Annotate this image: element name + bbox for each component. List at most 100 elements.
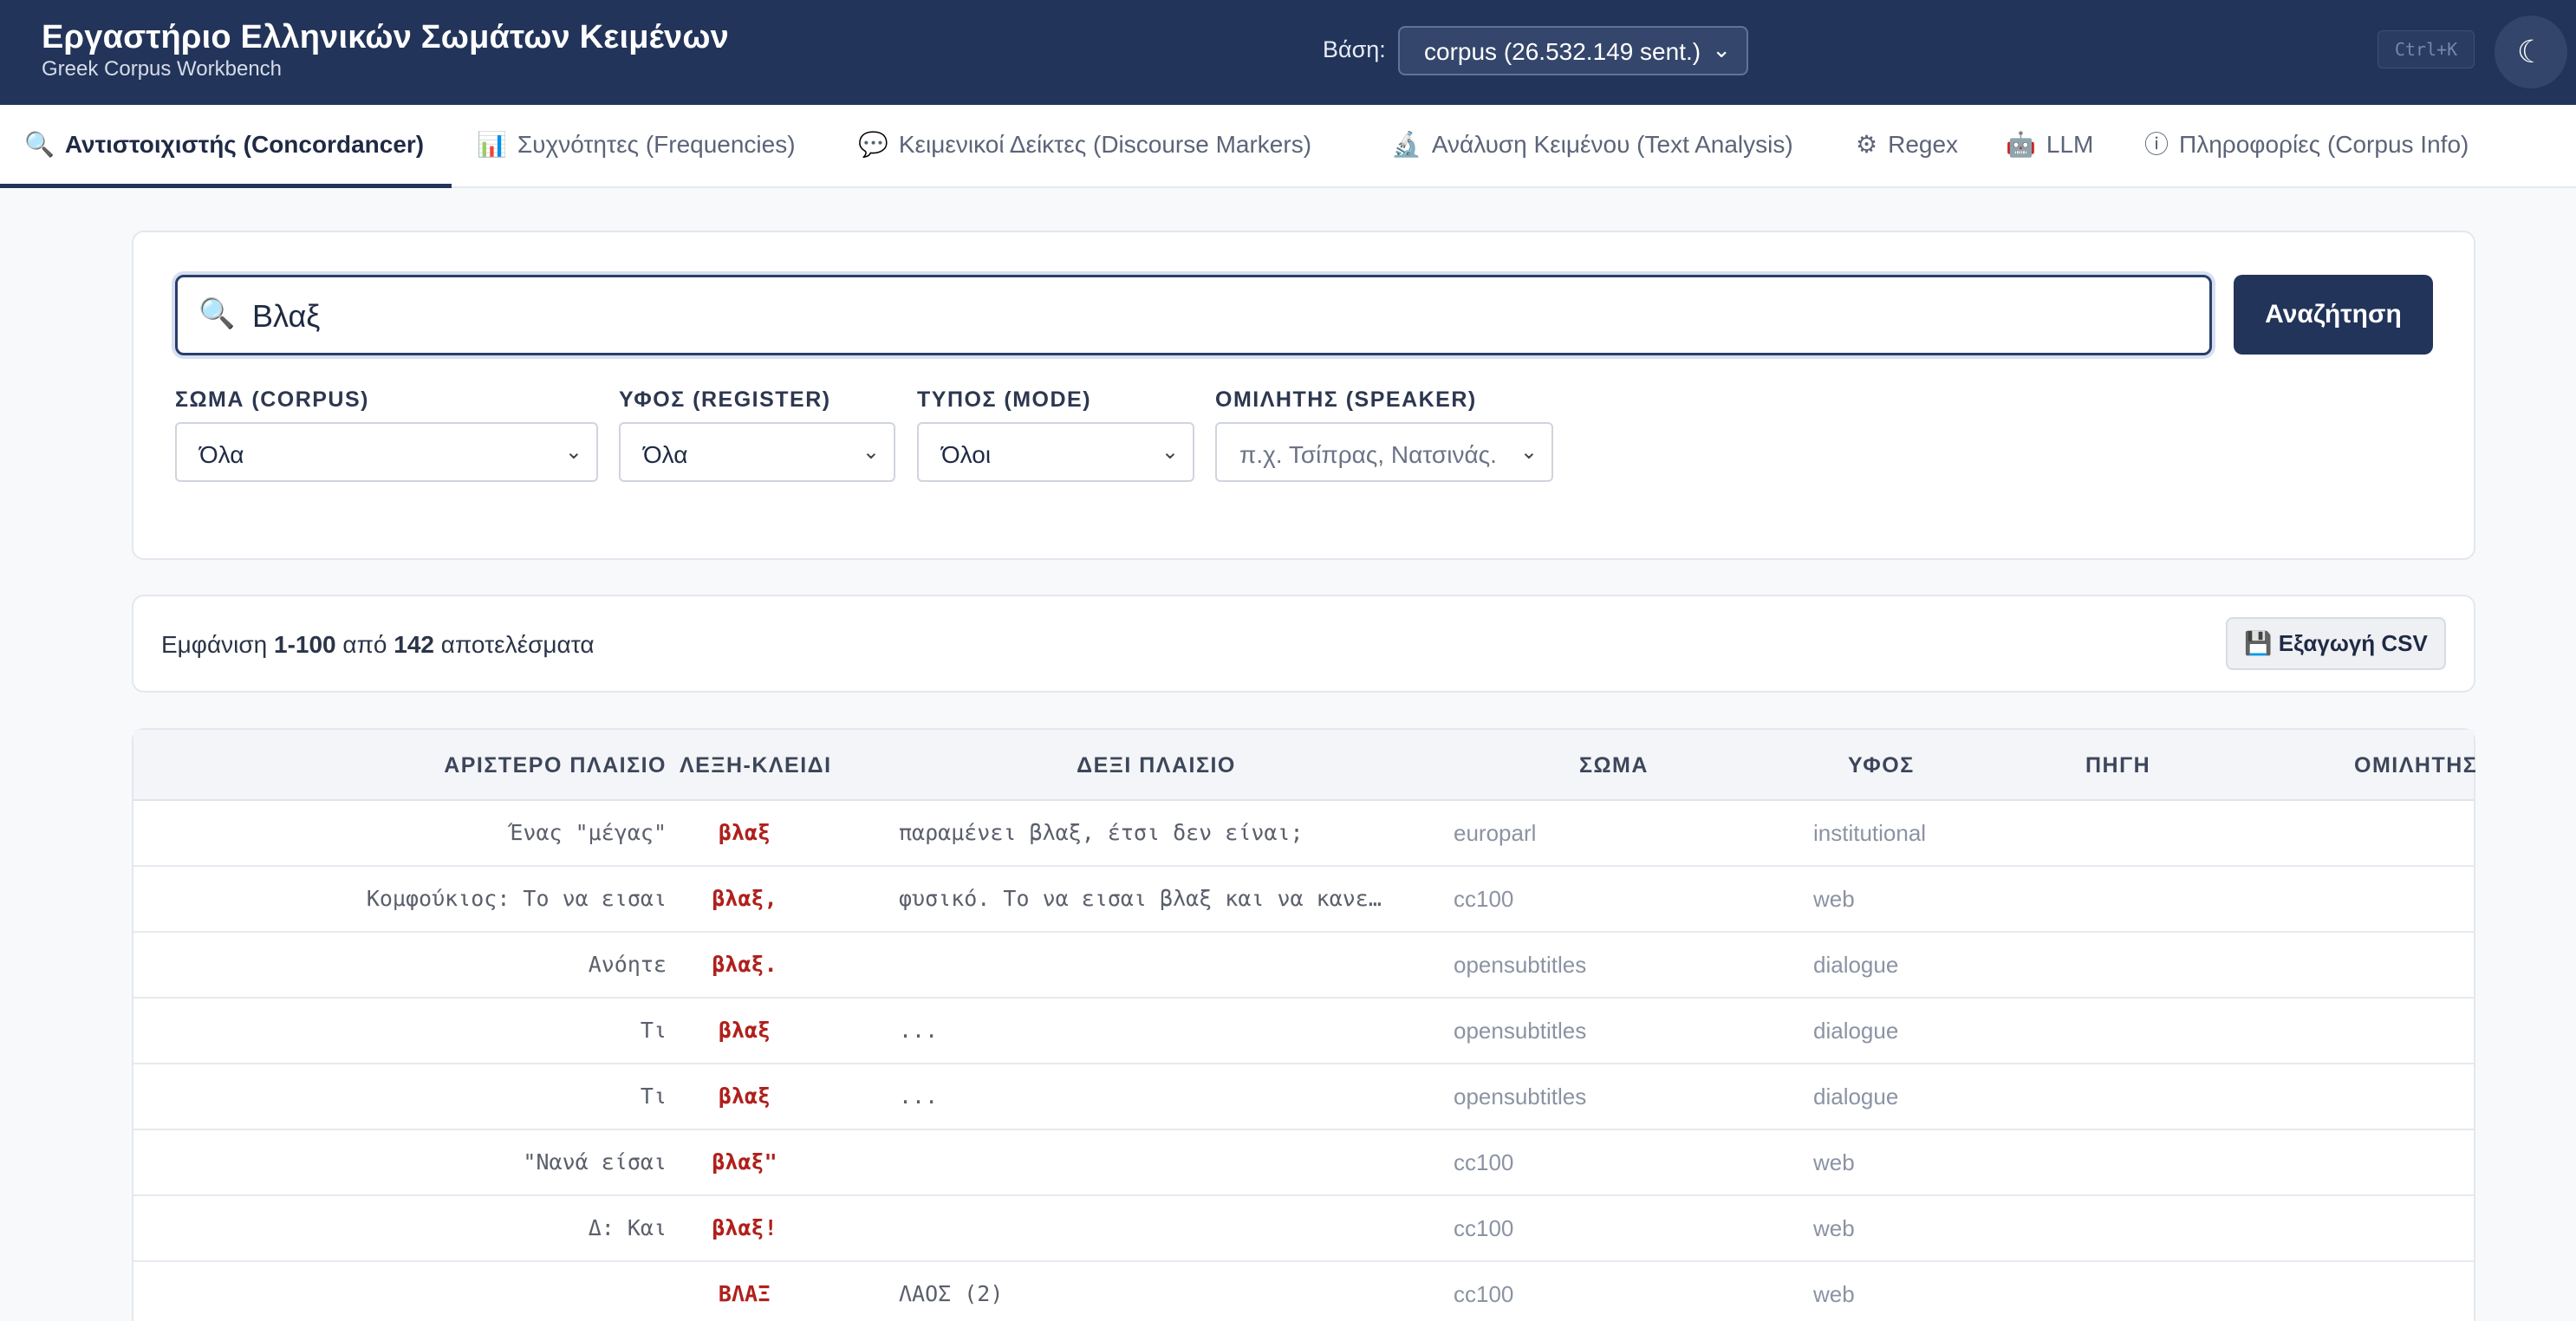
- column-header-speaker[interactable]: ΟΜΙΛΗΤΗΣ: [2354, 730, 2477, 801]
- table-row[interactable]: Τι βλαξ ... opensubtitles dialogue: [133, 999, 2474, 1064]
- keyword: βλαξ,: [712, 886, 777, 911]
- app-title: Εργαστήριο Ελληνικών Σωμάτων Κειμένων: [42, 19, 729, 55]
- register-cell: web: [1813, 1215, 1855, 1241]
- tab-label: Regex: [1888, 131, 1959, 158]
- column-header-source[interactable]: ΠΗΓΗ: [2085, 730, 2150, 801]
- table-row[interactable]: Ένας "μέγας" βλαξ παραμένει βλαξ, έτσι δ…: [133, 801, 2474, 867]
- register-filter-value: Όλα: [643, 441, 688, 468]
- tab-regex[interactable]: ⚙ Regex: [1856, 105, 1958, 188]
- mode-filter-label: ΤΥΠΟΣ (MODE): [917, 387, 1092, 412]
- app-header: Εργαστήριο Ελληνικών Σωμάτων Κειμένων Gr…: [0, 0, 2576, 105]
- speaker-filter-select[interactable]: π.χ. Τσίπρας, Νατσινάς. ⌄: [1215, 422, 1553, 482]
- corpus-cell: cc100: [1454, 886, 1514, 912]
- right-context: φυσικό. Το να εισαι βλαξ και να κανε…: [899, 886, 1382, 911]
- results-total: 142: [394, 631, 434, 658]
- search-box[interactable]: 🔍: [175, 275, 2212, 355]
- register-cell: web: [1813, 886, 1855, 912]
- left-context: "Νανά είσαι: [523, 1149, 667, 1175]
- database-select-value: corpus (26.532.149 sent.): [1424, 38, 1701, 65]
- left-context: Δ: Και: [588, 1215, 667, 1240]
- keyword: βλαξ: [718, 1018, 771, 1043]
- left-context: Κομφούκιος: Το να εισαι: [366, 886, 667, 911]
- microscope-icon: 🔬: [1391, 131, 1421, 158]
- right-context: [899, 1130, 1419, 1194]
- robot-icon: 🤖: [2006, 131, 2036, 158]
- register-cell: institutional: [1813, 820, 1927, 846]
- gear-icon: ⚙: [1856, 131, 1878, 158]
- results-prefix: Εμφάνιση: [161, 631, 268, 658]
- keyword: βλαξ.: [712, 952, 777, 977]
- corpus-cell: cc100: [1454, 1281, 1514, 1307]
- column-header-corpus[interactable]: ΣΩΜΑ: [1579, 730, 1649, 801]
- column-header-keyword[interactable]: ΛΕΞΗ-ΚΛΕΙΔΙ: [680, 730, 830, 801]
- tab-label: Συχνότητες (Frequencies): [517, 131, 796, 158]
- right-context: παραμένει βλαξ, έτσι δεν είναι;: [899, 820, 1304, 845]
- results-of: από: [342, 631, 387, 658]
- tab-label: Πληροφορίες (Corpus Info): [2179, 131, 2469, 158]
- left-context: Τι: [640, 1083, 667, 1109]
- corpus-filter-value: Όλα: [199, 441, 244, 468]
- chevron-down-icon: ⌄: [564, 440, 582, 464]
- right-context: [899, 1196, 1419, 1260]
- database-select[interactable]: corpus (26.532.149 sent.) ⌄: [1398, 26, 1748, 75]
- results-count: Εμφάνιση 1-100 από 142 αποτελέσματα: [161, 631, 595, 659]
- table-row[interactable]: Τι βλαξ ... opensubtitles dialogue: [133, 1064, 2474, 1130]
- keyword: βλαξ: [718, 1083, 771, 1109]
- left-context: Τι: [640, 1018, 667, 1043]
- results-suffix: αποτελέσματα: [440, 631, 595, 658]
- table-row[interactable]: Κομφούκιος: Το να εισαι βλαξ, φυσικό. Το…: [133, 867, 2474, 933]
- results-range: 1-100: [274, 631, 336, 658]
- column-header-left-context[interactable]: ΑΡΙΣΤΕΡΟ ΠΛΑΙΣΙΟ: [133, 730, 667, 801]
- theme-toggle-button[interactable]: ☾: [2495, 16, 2567, 88]
- chevron-down-icon: ⌄: [1161, 440, 1179, 464]
- right-context: ...: [899, 1083, 939, 1109]
- left-context: Ανόητε: [588, 952, 667, 977]
- tab-concordancer[interactable]: 🔍 Αντιστοιχιστής (Concordancer): [0, 105, 452, 188]
- keyword: βλαξ!: [712, 1215, 777, 1240]
- tab-llm[interactable]: 🤖 LLM: [2006, 105, 2093, 188]
- column-header-register[interactable]: ΥΦΟΣ: [1848, 730, 1915, 801]
- register-cell: web: [1813, 1149, 1855, 1175]
- corpus-cell: opensubtitles: [1454, 952, 1587, 978]
- corpus-cell: opensubtitles: [1454, 1083, 1587, 1110]
- register-filter-select[interactable]: Όλα ⌄: [619, 422, 895, 482]
- table-header: ΑΡΙΣΤΕΡΟ ΠΛΑΙΣΙΟ ΛΕΞΗ-ΚΛΕΙΔΙ ΔΕΞΙ ΠΛΑΙΣΙ…: [133, 730, 2477, 801]
- tab-frequencies[interactable]: 📊 Συχνότητες (Frequencies): [477, 105, 796, 188]
- command-shortcut-hint[interactable]: Ctrl+K: [2378, 30, 2475, 68]
- register-cell: dialogue: [1813, 952, 1899, 978]
- corpus-filter-label: ΣΩΜΑ (CORPUS): [175, 387, 369, 412]
- register-cell: dialogue: [1813, 1083, 1899, 1110]
- search-input[interactable]: [252, 296, 2159, 336]
- database-label: Βάση:: [1323, 36, 1386, 62]
- export-csv-button[interactable]: 💾 Εξαγωγή CSV: [2226, 617, 2446, 670]
- speaker-filter-placeholder: π.χ. Τσίπρας, Νατσινάς.: [1239, 441, 1497, 468]
- tab-label: Αντιστοιχιστής (Concordancer): [64, 131, 425, 158]
- bar-chart-icon: 📊: [477, 131, 507, 158]
- corpus-filter-select[interactable]: Όλα ⌄: [175, 422, 598, 482]
- left-context: Ένας "μέγας": [510, 820, 667, 845]
- search-button[interactable]: Αναζήτηση: [2234, 275, 2433, 355]
- search-icon: 🔍: [198, 297, 236, 330]
- table-row[interactable]: Ανόητε βλαξ. opensubtitles dialogue: [133, 933, 2474, 999]
- right-context: ...: [899, 1018, 939, 1043]
- speech-bubble-icon: 💬: [858, 131, 888, 158]
- corpus-cell: cc100: [1454, 1215, 1514, 1241]
- chevron-down-icon: ⌄: [1519, 440, 1538, 464]
- chevron-down-icon: ⌄: [862, 440, 880, 464]
- column-header-right-context[interactable]: ΔΕΞΙ ΠΛΑΙΣΙΟ: [896, 730, 1416, 801]
- tab-label: Ανάλυση Κειμένου (Text Analysis): [1431, 131, 1793, 158]
- tab-text-analysis[interactable]: 🔬 Ανάλυση Κειμένου (Text Analysis): [1391, 105, 1793, 188]
- chevron-down-icon: ⌄: [1712, 36, 1731, 62]
- tab-corpus-info[interactable]: ⓘ Πληροφορίες (Corpus Info): [2144, 105, 2469, 188]
- table-row[interactable]: Δ: Και βλαξ! cc100 web: [133, 1196, 2474, 1262]
- mode-filter-select[interactable]: Όλοι ⌄: [917, 422, 1194, 482]
- corpus-cell: europarl: [1454, 820, 1537, 846]
- register-cell: dialogue: [1813, 1018, 1899, 1044]
- tab-discourse-markers[interactable]: 💬 Κειμενικοί Δείκτες (Discourse Markers): [858, 105, 1311, 188]
- moon-icon: ☾: [2516, 34, 2546, 69]
- left-context: [133, 1262, 667, 1321]
- table-row[interactable]: ΒΛΑΞ ΛΑΟΣ (2) cc100 web: [133, 1262, 2474, 1321]
- table-row[interactable]: "Νανά είσαι βλαξ" cc100 web: [133, 1130, 2474, 1196]
- mode-filter-value: Όλοι: [941, 441, 992, 468]
- corpus-cell: opensubtitles: [1454, 1018, 1587, 1044]
